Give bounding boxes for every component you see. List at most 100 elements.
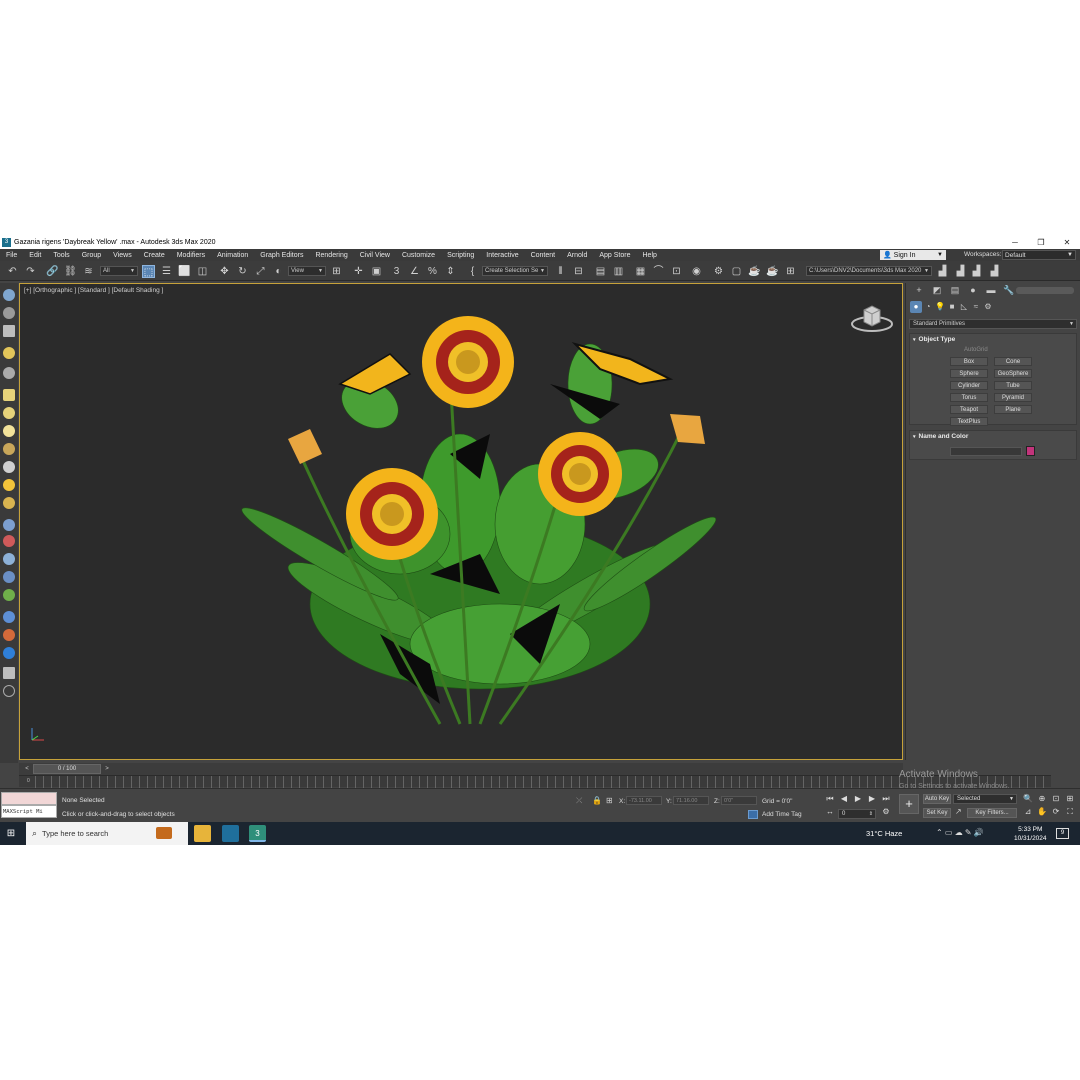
help-icon[interactable] xyxy=(3,685,15,697)
scale-icon[interactable]: ⤢ xyxy=(254,265,267,278)
render-sphere-icon[interactable] xyxy=(3,611,15,623)
render-in-cloud-icon[interactable]: ⊞ xyxy=(784,265,797,278)
menu-rendering[interactable]: Rendering xyxy=(309,252,353,259)
maxscript-output[interactable] xyxy=(1,792,57,805)
viewport-label[interactable]: [+] [Orthographic ] [Standard ] [Default… xyxy=(24,287,163,294)
hierarchy-tab-icon[interactable]: ▤ xyxy=(946,285,964,296)
create-tab-icon[interactable]: + xyxy=(910,285,928,295)
reference-coordinate-select[interactable]: View ▼ xyxy=(288,266,326,276)
sign-in-dropdown[interactable]: 👤 Sign In ▼ xyxy=(880,250,946,260)
edit-named-selection-icon[interactable]: { xyxy=(466,265,479,278)
link-icon[interactable]: 🔗 xyxy=(46,265,59,278)
render-setup-icon[interactable]: ⚙ xyxy=(712,265,725,278)
cameras-icon[interactable]: ■ xyxy=(946,301,958,313)
go-to-end-icon[interactable]: ⏭ xyxy=(880,794,892,804)
primitive-category-select[interactable]: Standard Primitives ▼ xyxy=(909,319,1077,329)
menu-modifiers[interactable]: Modifiers xyxy=(171,252,211,259)
time-configuration-icon[interactable]: ⚙ xyxy=(880,807,892,816)
edge-browser-icon[interactable] xyxy=(222,825,239,842)
menu-views[interactable]: Views xyxy=(107,252,138,259)
sun-icon[interactable] xyxy=(3,479,15,491)
viewcube-icon[interactable] xyxy=(850,298,894,334)
cylinder-button[interactable]: Cylinder xyxy=(950,381,988,390)
ribbon-toggle-icon[interactable]: ▦ xyxy=(634,265,647,278)
render-iterative-icon[interactable]: ☕ xyxy=(766,265,779,278)
key-filters-button[interactable]: Key Filters... xyxy=(967,808,1017,818)
motion-tab-icon[interactable]: ● xyxy=(964,285,982,295)
box-icon[interactable] xyxy=(3,389,15,401)
time-tag-icon[interactable] xyxy=(748,810,758,819)
align-icon[interactable]: ⊟ xyxy=(572,265,585,278)
minimize-button[interactable]: ─ xyxy=(1002,238,1028,247)
field-of-view-icon[interactable]: ⊿ xyxy=(1022,807,1034,816)
key-mode-select[interactable]: Selected ▼ xyxy=(953,794,1017,804)
modify-tab-icon[interactable]: ◩ xyxy=(928,285,946,296)
particle-icon[interactable] xyxy=(3,519,15,531)
menu-tools[interactable]: Tools xyxy=(47,252,75,259)
weather-widget[interactable]: 31°C Haze xyxy=(866,829,902,838)
zoom-icon[interactable]: 🔍 xyxy=(1022,794,1034,803)
sphere-icon[interactable] xyxy=(3,407,15,419)
play-icon[interactable]: ▶ xyxy=(852,794,864,803)
menu-customize[interactable]: Customize xyxy=(396,252,441,259)
snaps-toggle-icon[interactable]: 3 xyxy=(390,265,403,278)
pivot-center-icon[interactable]: ⊞ xyxy=(330,265,343,278)
name-and-color-header[interactable]: ▾ Name and Color xyxy=(910,431,1076,442)
rotate-icon[interactable]: ↻ xyxy=(236,265,249,278)
menu-help[interactable]: Help xyxy=(637,252,663,259)
sphere-button[interactable]: Sphere xyxy=(950,369,988,378)
rectangular-selection-icon[interactable]: ⬜ xyxy=(178,265,191,278)
windows-start-icon[interactable]: ⊞ xyxy=(0,822,22,845)
schematic-view-icon[interactable]: ⊡ xyxy=(670,265,683,278)
rendered-frame-window-icon[interactable]: ▢ xyxy=(730,265,743,278)
cone-icon[interactable] xyxy=(3,461,15,473)
next-frame-icon[interactable]: ▶ xyxy=(866,794,878,803)
project-folder-select[interactable]: C:\Users\DNV2\Documents\3ds Max 2020 ▼ xyxy=(806,266,932,276)
cone-button[interactable]: Cone xyxy=(994,357,1032,366)
maxscript-input[interactable]: MAXScript Mi xyxy=(1,805,57,818)
angle-snap-icon[interactable]: ∠ xyxy=(408,265,421,278)
go-to-start-icon[interactable]: ⏮ xyxy=(824,794,836,804)
tube-button[interactable]: Tube xyxy=(994,381,1032,390)
y-coordinate-field[interactable]: 71.16.00 xyxy=(673,796,709,805)
select-manipulate-icon[interactable]: ✛ xyxy=(352,265,365,278)
box-button[interactable]: Box xyxy=(950,357,988,366)
previous-frame-icon[interactable]: ◀ xyxy=(838,794,850,803)
menu-graph-editors[interactable]: Graph Editors xyxy=(254,252,309,259)
plant-icon[interactable] xyxy=(3,589,15,601)
workspace-select[interactable]: Default ▼ xyxy=(1002,250,1076,260)
menu-civil-view[interactable]: Civil View xyxy=(354,252,396,259)
default-in-out-tangents-icon[interactable]: ↗ xyxy=(955,807,962,816)
file-explorer-icon[interactable] xyxy=(194,825,211,842)
maxscript-listener[interactable]: MAXScript Mi xyxy=(1,792,57,820)
hierarchy-icon[interactable] xyxy=(3,367,15,379)
time-back-icon[interactable]: < xyxy=(23,765,31,773)
color-palette-icon[interactable] xyxy=(3,629,15,641)
zoom-extents-all-icon[interactable]: ⊞ xyxy=(1064,794,1076,803)
pyramid-button[interactable]: Pyramid xyxy=(994,393,1032,402)
globe-icon[interactable] xyxy=(3,571,15,583)
object-color-swatch[interactable] xyxy=(1026,446,1035,456)
placement-icon[interactable]: ◐ xyxy=(272,265,285,278)
taskbar-clock[interactable]: 5:33 PM 10/31/2024 xyxy=(1014,825,1047,843)
file-icon[interactable] xyxy=(3,667,15,679)
named-selection-select[interactable]: Create Selection Se ▼ xyxy=(482,266,548,276)
object-type-header[interactable]: ▾ Object Type xyxy=(910,334,1076,345)
percent-snap-icon[interactable]: % xyxy=(426,265,439,278)
spinner-snap-icon[interactable]: ⇕ xyxy=(444,265,457,278)
move-icon[interactable]: ✥ xyxy=(218,265,231,278)
textplus-button[interactable]: TextPlus xyxy=(950,417,988,426)
shapes-icon[interactable]: ◔ xyxy=(922,301,934,313)
light-icon[interactable] xyxy=(3,347,15,359)
set-key-button[interactable]: Set Key xyxy=(923,808,951,818)
container-icon[interactable] xyxy=(3,325,15,337)
unlink-icon[interactable]: ⛓ xyxy=(64,265,77,278)
restore-button[interactable]: ❐ xyxy=(1028,238,1054,247)
space-warps-icon[interactable]: ≈ xyxy=(970,301,982,313)
project-open-icon[interactable]: ▟ xyxy=(970,265,983,278)
time-forward-icon[interactable]: > xyxy=(103,765,111,773)
maximize-viewport-icon[interactable]: ⛶ xyxy=(1064,807,1076,817)
notification-center-icon[interactable]: 9 xyxy=(1056,828,1069,839)
curve-editor-icon[interactable]: ⌒ xyxy=(652,265,665,278)
torus-icon[interactable] xyxy=(3,425,15,437)
